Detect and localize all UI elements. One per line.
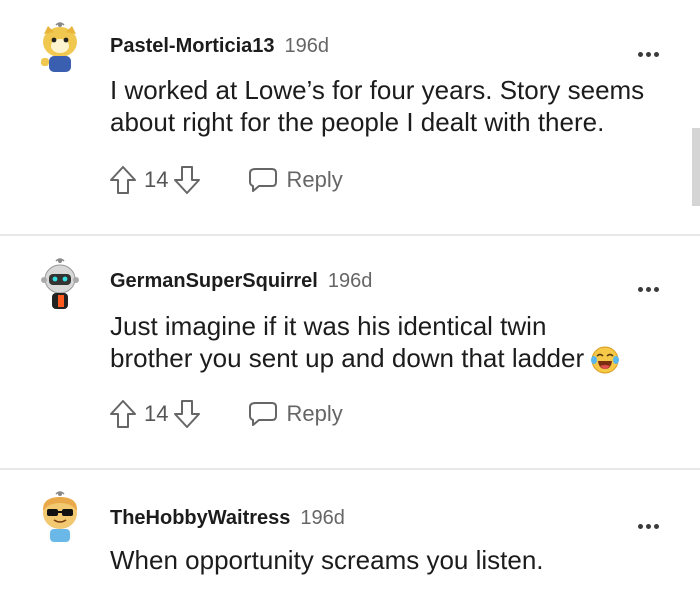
arrow-down-icon[interactable] <box>172 164 202 196</box>
comment-meta: GermanSuperSquirrel 196d <box>110 270 372 293</box>
comment-text-line: I worked at Lowe’s for four years. Story… <box>110 75 645 105</box>
vote-controls: 14 <box>108 398 202 430</box>
comment-text-line: When opportunity screams you listen. <box>110 545 544 575</box>
divider <box>0 468 700 470</box>
comment-age: 196d <box>327 270 373 292</box>
comment-text-line: about right for the people I dealt with … <box>110 107 605 137</box>
more-options-icon[interactable] <box>638 516 666 529</box>
username[interactable]: TheHobbyWaitress <box>110 507 290 529</box>
arrow-up-icon[interactable] <box>108 164 138 196</box>
comment-body: When opportunity screams you listen. <box>110 544 670 576</box>
comment-meta: TheHobbyWaitress 196d <box>110 507 345 530</box>
reply-button[interactable]: Reply <box>248 166 343 194</box>
comment-text-line-with-emoji: brother you sent up and down that ladder <box>110 342 670 375</box>
more-options-icon[interactable] <box>638 44 666 57</box>
arrow-down-icon[interactable] <box>172 398 202 430</box>
comment-body: Just imagine if it was his identical twi… <box>110 310 670 375</box>
comment-text-line: brother you sent up and down that ladder <box>110 343 585 373</box>
user-avatar-icon[interactable] <box>32 489 88 545</box>
user-avatar-icon[interactable] <box>32 20 88 76</box>
vote-score: 14 <box>144 401 169 426</box>
comment-text-line: Just imagine if it was his identical twi… <box>110 311 547 341</box>
vote-controls: 14 <box>108 164 202 196</box>
comment-actions: 14 Reply <box>108 397 343 431</box>
divider <box>0 234 700 236</box>
speech-bubble-icon <box>249 168 278 192</box>
comment-actions: 14 Reply <box>108 163 343 197</box>
comment-age: 196d <box>300 507 345 529</box>
username[interactable]: Pastel-Morticia13 <box>110 35 275 57</box>
comment-age: 196d <box>284 35 330 57</box>
scrollbar[interactable] <box>692 128 700 206</box>
username[interactable]: GermanSuperSquirrel <box>110 270 318 292</box>
laughing-tears-emoji-icon <box>591 346 620 374</box>
comment-meta: Pastel-Morticia13 196d <box>110 35 329 58</box>
reply-label: Reply <box>286 167 343 192</box>
speech-bubble-icon <box>249 402 278 426</box>
vote-score: 14 <box>144 167 169 192</box>
comment-body: I worked at Lowe’s for four years. Story… <box>110 74 670 138</box>
reply-button[interactable]: Reply <box>248 400 343 428</box>
more-options-icon[interactable] <box>638 279 666 292</box>
reply-label: Reply <box>286 401 343 426</box>
arrow-up-icon[interactable] <box>108 398 138 430</box>
user-avatar-icon[interactable] <box>32 256 88 312</box>
